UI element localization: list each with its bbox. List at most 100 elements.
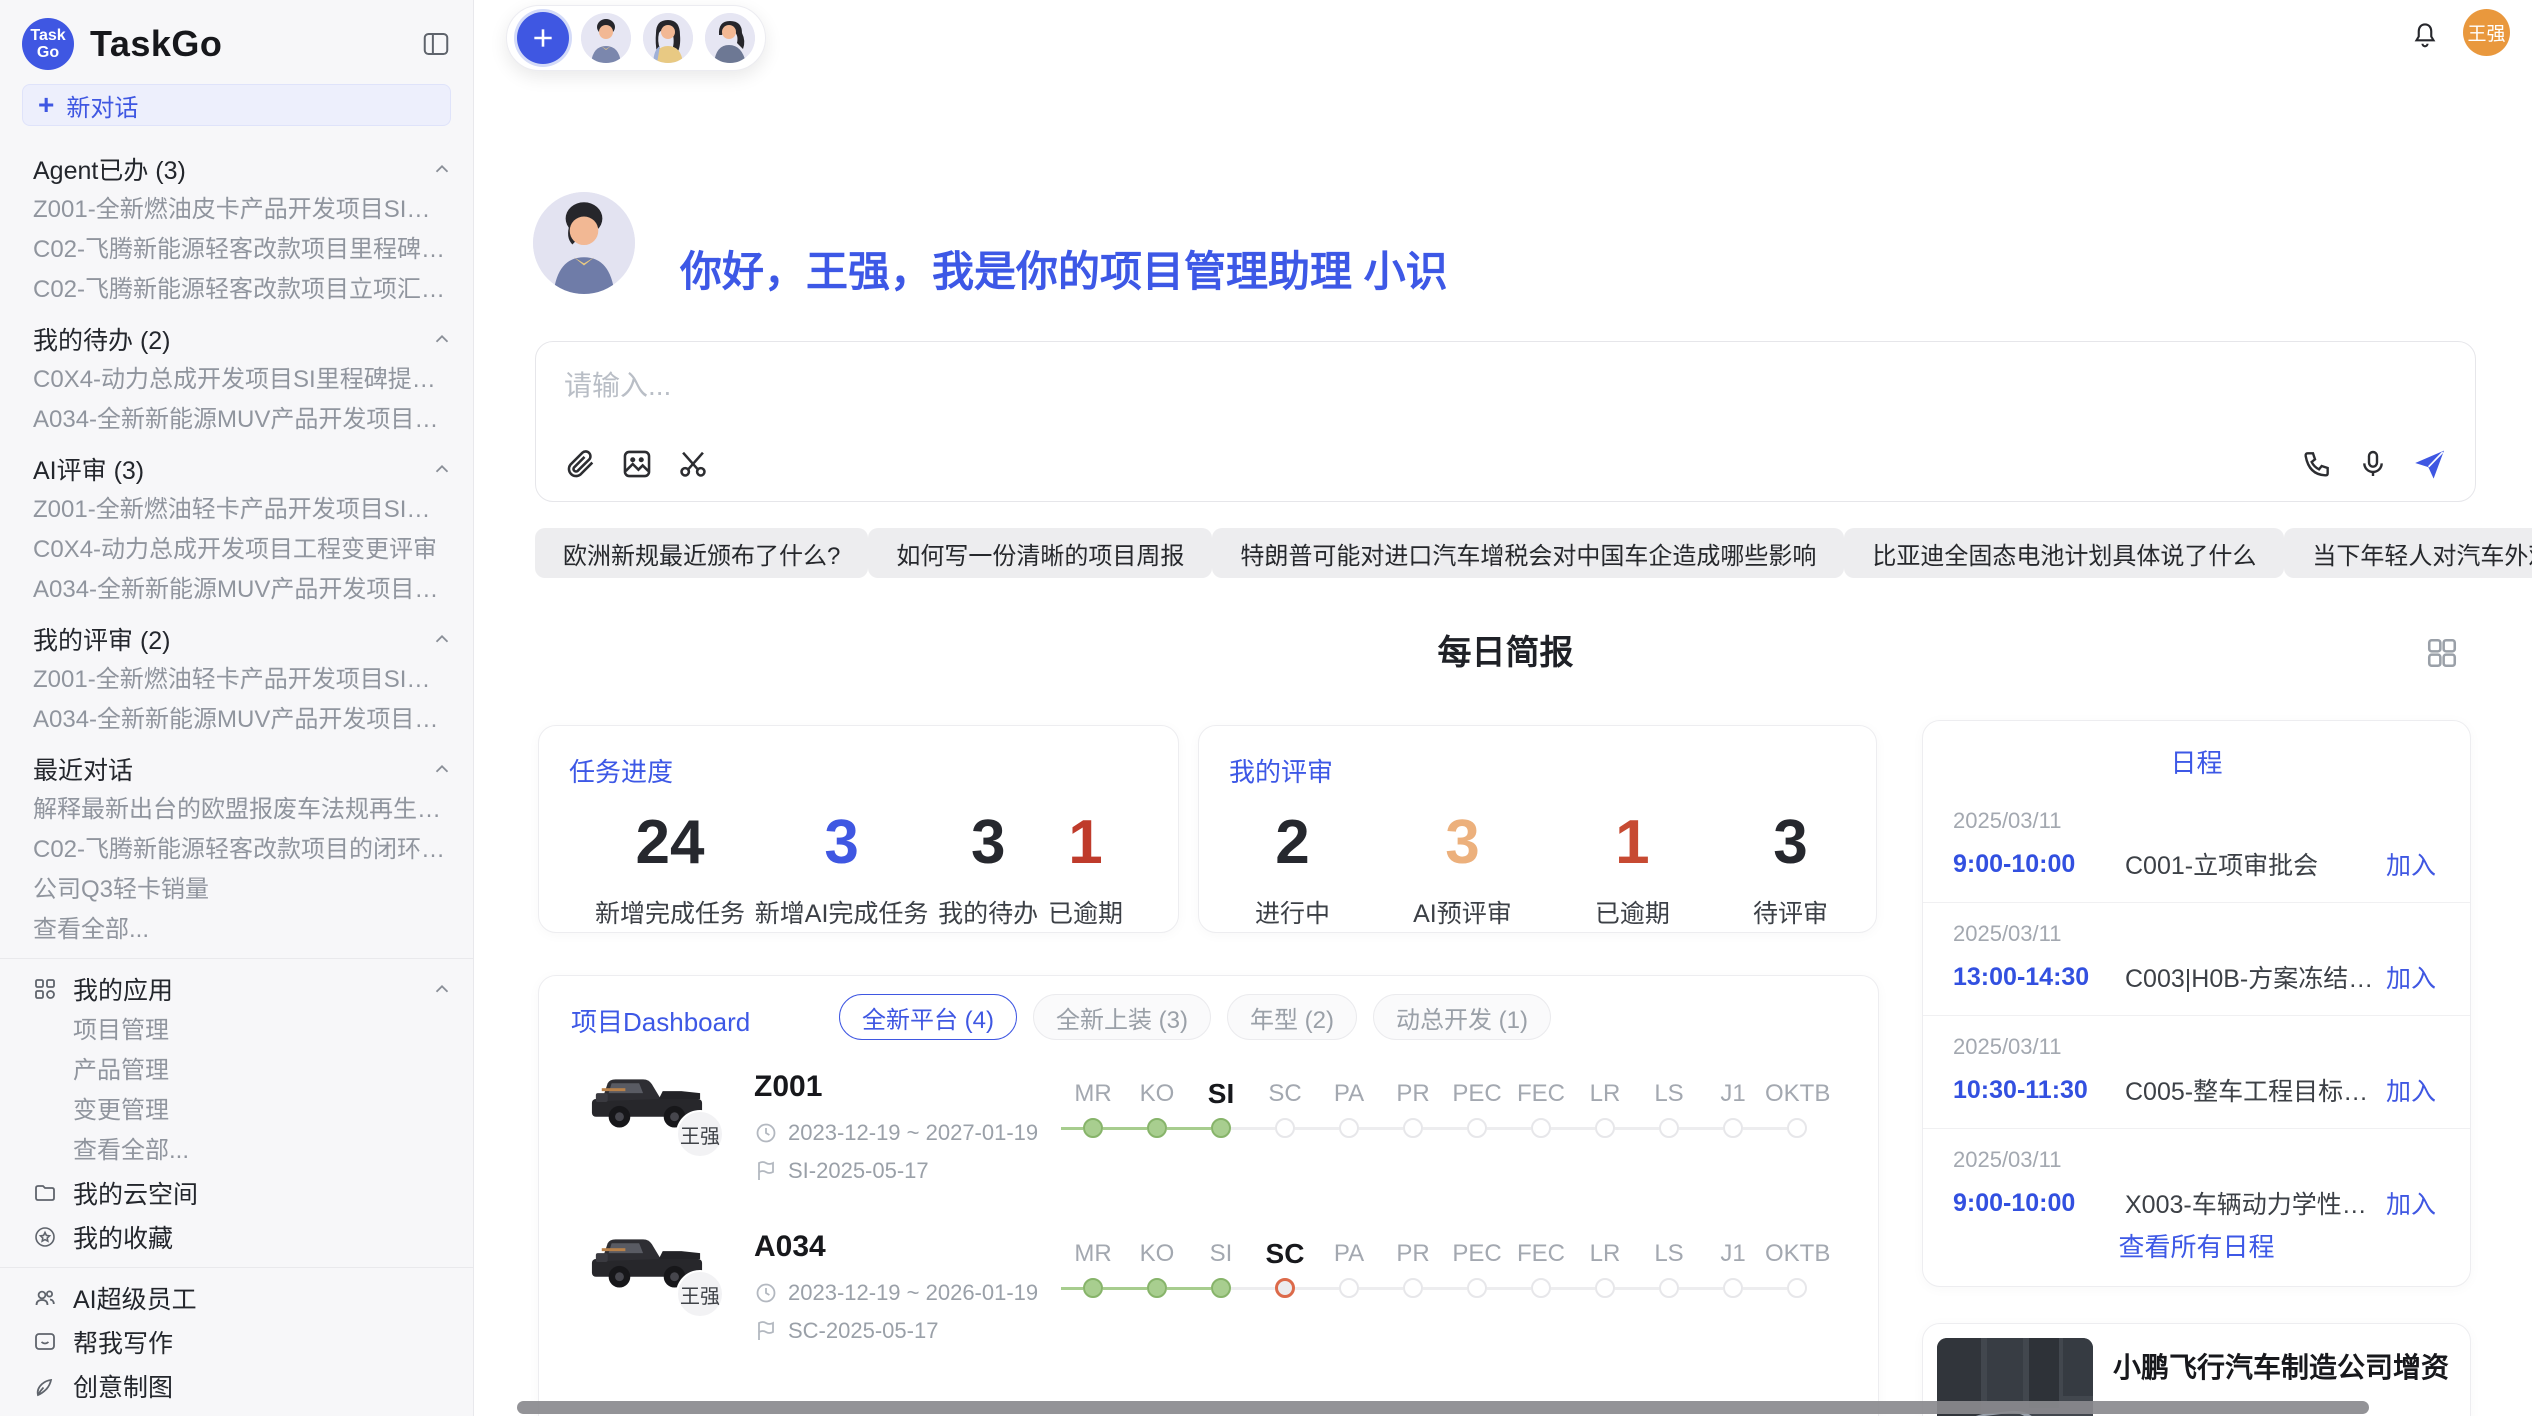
voice-call-icon[interactable]: [2301, 448, 2333, 480]
milestone-label: SC: [1253, 1078, 1317, 1116]
schedule-list: 2025/03/11 9:00-10:00 C001-立项审批会 加入 2025…: [1923, 790, 2470, 1241]
section-my-review[interactable]: 我的评审 (2): [33, 618, 453, 660]
milestone-step: J1: [1701, 1078, 1765, 1140]
agent-avatar[interactable]: [581, 13, 631, 63]
view-all-chats-link[interactable]: 查看全部...: [33, 910, 453, 950]
sidebar-conversation-item[interactable]: C02-飞腾新能源轻客改款项目立项汇报方案: [33, 270, 453, 310]
image-upload-icon[interactable]: [620, 447, 654, 481]
milestone-label: KO: [1125, 1078, 1189, 1116]
my-cloud-space-link[interactable]: 我的云空间: [33, 1171, 453, 1215]
chevron-up-icon[interactable]: [431, 978, 453, 1000]
sidebar-collapse-icon[interactable]: [421, 29, 451, 59]
suggestion-chip[interactable]: 当下年轻人对汽车外观有怎样的喜好趋势: [2284, 528, 2532, 578]
project-dates: 2023-12-19 ~ 2026-01-19: [754, 1280, 1038, 1306]
owner-name: 王强: [680, 1120, 720, 1149]
schedule-date: 2025/03/11: [1953, 1034, 2436, 1060]
join-meeting-link[interactable]: 加入: [2386, 1185, 2436, 1221]
milestone-track: MR KO SI SC PA PR PEC FEC LR LS J1 OKTB: [1061, 1078, 1829, 1140]
sidebar-conversation-item[interactable]: A034-全新新能源MUV产品开发项目造型可行性评审: [33, 700, 453, 740]
agent-avatar[interactable]: [705, 13, 755, 63]
microphone-icon[interactable]: [2357, 448, 2389, 480]
add-agent-button[interactable]: [517, 12, 569, 64]
tab-new-platform[interactable]: 全新平台 (4): [839, 994, 1017, 1040]
my-review-card: 我的评审 2 进行中 3 AI预评审 1 已逾期 3: [1198, 725, 1877, 933]
join-meeting-link[interactable]: 加入: [2386, 959, 2436, 995]
message-input[interactable]: [564, 364, 2064, 412]
tab-year-model[interactable]: 年型 (2): [1227, 994, 1357, 1040]
my-favorites-link[interactable]: 我的收藏: [33, 1215, 453, 1259]
sidebar-conversation-item[interactable]: 公司Q3轻卡销量: [33, 870, 453, 910]
sidebar-conversation-item[interactable]: C0X4-动力总成开发项目工程变更评审: [33, 530, 453, 570]
suggestion-chip[interactable]: 欧洲新规最近颁布了什么?: [535, 528, 868, 578]
suggestion-chip[interactable]: 特朗普可能对进口汽车增税会对中国车企造成哪些影响: [1212, 528, 1844, 578]
logo-text-bottom: Go: [37, 44, 59, 61]
ai-super-staff-link[interactable]: AI超级员工: [33, 1276, 453, 1320]
greeting-title: 你好，王强，我是你的项目管理助理 小识: [680, 238, 1448, 299]
join-meeting-link[interactable]: 加入: [2386, 846, 2436, 882]
suggestion-chip[interactable]: 比亚迪全固态电池计划具体说了什么: [1844, 528, 2284, 578]
user-avatar-label: 王强: [2467, 19, 2505, 46]
sidebar-conversation-item[interactable]: A034-全新新能源MUV产品开发项目法规符合性评审: [33, 570, 453, 610]
app-logo: Task Go: [22, 18, 74, 70]
sidebar-conversation-item[interactable]: C02-飞腾新能源轻客改款项目的闭环通告反馈情况: [33, 830, 453, 870]
suggestion-chip[interactable]: 如何写一份清晰的项目周报: [868, 528, 1212, 578]
sidebar-conversation-item[interactable]: Z001-全新燃油皮卡产品开发项目SI节点Lesson Learn报告: [33, 190, 453, 230]
chevron-up-icon[interactable]: [431, 628, 453, 650]
sidebar-conversation-item[interactable]: 解释最新出台的欧盟报废车法规再生塑料比例被调至15%...: [33, 790, 453, 830]
project-row[interactable]: 王强 Z001 2023-12-19 ~ 2027-01-19 SI-2025-…: [539, 1064, 1848, 1224]
creative-drawing-link[interactable]: 创意制图: [33, 1364, 453, 1408]
section-my-todo[interactable]: 我的待办 (2): [33, 318, 453, 360]
notification-bell-icon[interactable]: [2410, 20, 2440, 50]
app-item-product-mgmt[interactable]: 产品管理: [33, 1051, 453, 1091]
chevron-up-icon[interactable]: [431, 758, 453, 780]
daily-briefing-title: 每日简报: [535, 631, 2476, 675]
agent-avatar[interactable]: [643, 13, 693, 63]
chevron-up-icon[interactable]: [431, 328, 453, 350]
message-composer: [535, 341, 2476, 502]
milestone-dot-future: [1787, 1118, 1807, 1138]
milestone-dot-future: [1723, 1278, 1743, 1298]
tab-new-body[interactable]: 全新上装 (3): [1033, 994, 1211, 1040]
view-all-schedule-link[interactable]: 查看所有日程: [1923, 1227, 2470, 1264]
schedule-date: 2025/03/11: [1953, 1147, 2436, 1173]
help-me-write-link[interactable]: 帮我写作: [33, 1320, 453, 1364]
stat-value: 3: [938, 807, 1038, 878]
attachment-icon[interactable]: [564, 447, 598, 481]
layout-grid-icon[interactable]: [2424, 635, 2460, 671]
stat-value: 3: [1753, 807, 1828, 878]
sidebar-conversation-item[interactable]: Z001-全新燃油轻卡产品开发项目SI造型提交物评审: [33, 490, 453, 530]
chevron-up-icon[interactable]: [431, 158, 453, 180]
section-agent-done[interactable]: Agent已办 (3): [33, 148, 453, 190]
screenshot-scissors-icon[interactable]: [676, 447, 710, 481]
milestone-dot-future: [1403, 1118, 1423, 1138]
app-item-project-mgmt[interactable]: 项目管理: [33, 1011, 453, 1051]
milestone-step: PA: [1317, 1238, 1381, 1300]
schedule-entry: 2025/03/11 13:00-14:30 C003|H0B-方案冻结评审 加…: [1923, 903, 2470, 1016]
sidebar-conversation-item[interactable]: A034-全新新能源MUV产品开发项目计划变更表编写: [33, 400, 453, 440]
sidebar-conversation-item[interactable]: Z001-全新燃油轻卡产品开发项目SI节点属性5D文件评审: [33, 660, 453, 700]
project-row[interactable]: 王强 A034 2023-12-19 ~ 2026-01-19 SC-2025-…: [539, 1224, 1848, 1384]
milestone-step: MR: [1061, 1238, 1125, 1300]
horizontal-scrollbar[interactable]: [517, 1401, 2369, 1414]
section-recent-chats[interactable]: 最近对话: [33, 748, 453, 790]
sidebar-conversation-item[interactable]: C0X4-动力总成开发项目SI里程碑提交物检查: [33, 360, 453, 400]
milestone-label: MR: [1061, 1078, 1125, 1116]
milestone-label: J1: [1701, 1238, 1765, 1276]
folder-icon: [33, 1181, 59, 1205]
project-dates: 2023-12-19 ~ 2027-01-19: [754, 1120, 1038, 1146]
app-item-change-mgmt[interactable]: 变更管理: [33, 1091, 453, 1131]
section-ai-review[interactable]: AI评审 (3): [33, 448, 453, 490]
user-avatar[interactable]: 王强: [2463, 9, 2510, 56]
sidebar-conversation-item[interactable]: C02-飞腾新能源轻客改款项目里程碑画布: [33, 230, 453, 270]
join-meeting-link[interactable]: 加入: [2386, 1072, 2436, 1108]
send-icon[interactable]: [2413, 447, 2447, 481]
milestone-step: KO: [1125, 1238, 1189, 1300]
new-chat-button[interactable]: + 新对话: [22, 84, 451, 126]
milestone-dot-future: [1595, 1118, 1615, 1138]
tab-powertrain[interactable]: 动总开发 (1): [1373, 994, 1551, 1040]
view-all-apps-link[interactable]: 查看全部...: [33, 1131, 453, 1171]
my-apps-label: 我的应用: [73, 971, 173, 1007]
milestone-label: PEC: [1445, 1078, 1509, 1116]
chevron-up-icon[interactable]: [431, 458, 453, 480]
my-apps-header[interactable]: 我的应用: [33, 967, 453, 1011]
